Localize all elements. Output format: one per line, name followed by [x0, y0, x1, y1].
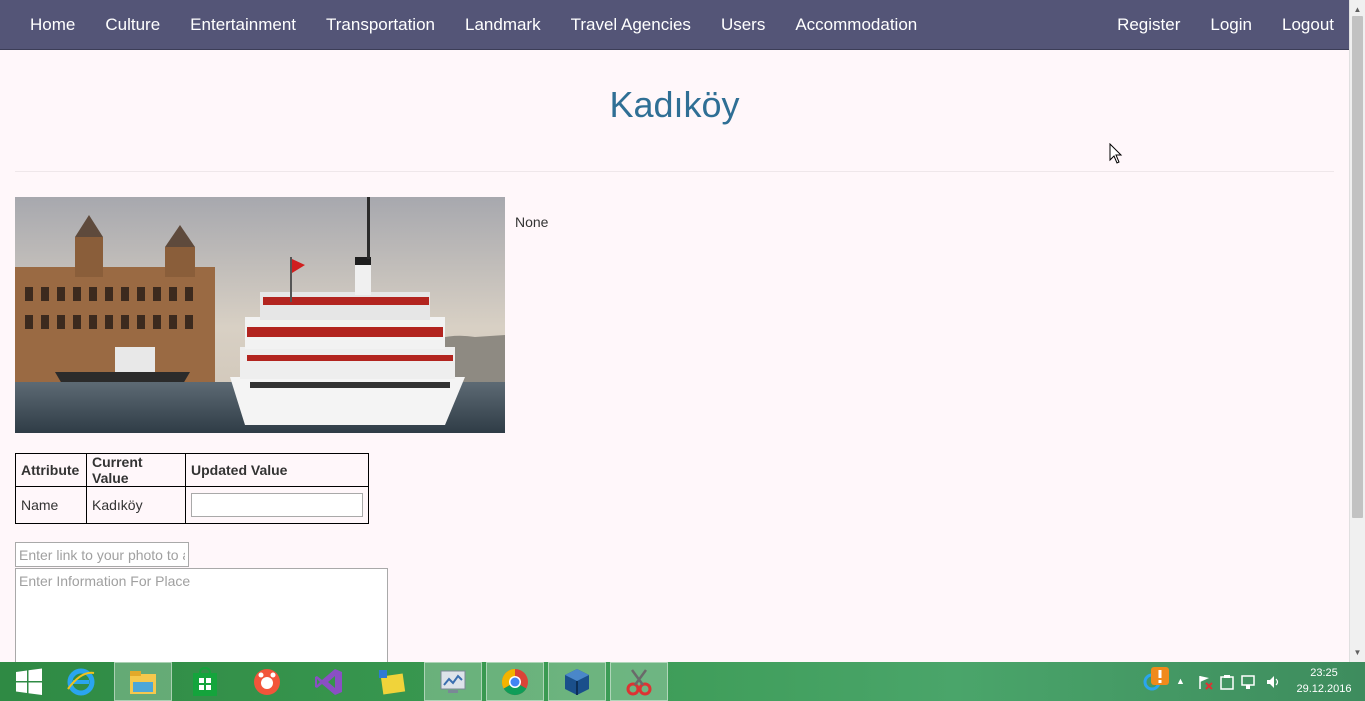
attribute-table: Attribute Current Value Updated Value Na… — [15, 453, 369, 524]
table-header-row: Attribute Current Value Updated Value — [15, 453, 369, 487]
nav-transportation[interactable]: Transportation — [311, 0, 450, 50]
file-explorer-icon[interactable] — [114, 662, 172, 701]
top-navbar: Home Culture Entertainment Transportatio… — [0, 0, 1349, 50]
nav-logout[interactable]: Logout — [1267, 0, 1349, 50]
volume-icon[interactable] — [1265, 674, 1281, 690]
place-photo — [15, 197, 505, 433]
chrome-icon[interactable] — [486, 662, 544, 701]
place-info-text: None — [515, 214, 549, 230]
vertical-scrollbar[interactable]: ▲ ▼ — [1349, 0, 1365, 662]
network-icon[interactable] — [1241, 674, 1257, 690]
scroll-thumb[interactable] — [1352, 16, 1363, 518]
action-center-flag-icon[interactable] — [1197, 674, 1213, 690]
internet-explorer-icon[interactable] — [52, 662, 110, 701]
divider — [15, 171, 1334, 172]
app-monitor-icon[interactable] — [424, 662, 482, 701]
visual-studio-icon[interactable] — [300, 662, 358, 701]
scroll-down-arrow-icon[interactable]: ▼ — [1350, 645, 1365, 660]
scroll-up-arrow-icon[interactable]: ▲ — [1350, 2, 1365, 17]
page-title: Kadıköy — [609, 84, 740, 125]
nav-accommodation[interactable]: Accommodation — [780, 0, 932, 50]
table-row: Name Kadıköy — [15, 486, 369, 524]
cell-attribute: Name — [15, 486, 87, 524]
system-tray: ▲ 23:25 29.12.2016 — [1140, 662, 1365, 701]
mouse-cursor-icon — [1109, 143, 1123, 164]
nav-culture[interactable]: Culture — [90, 0, 175, 50]
header-updated-value: Updated Value — [185, 453, 369, 487]
app-orange-icon[interactable] — [238, 662, 296, 701]
virtualbox-icon[interactable] — [548, 662, 606, 701]
device-icon[interactable] — [1220, 674, 1234, 690]
snipping-tool-icon[interactable] — [610, 662, 668, 701]
nav-login[interactable]: Login — [1195, 0, 1267, 50]
nav-landmark[interactable]: Landmark — [450, 0, 556, 50]
start-icon[interactable] — [0, 662, 58, 701]
clock-date[interactable]: 29.12.2016 — [1293, 683, 1355, 695]
updated-value-input[interactable] — [191, 493, 363, 517]
nav-home[interactable]: Home — [15, 0, 90, 50]
windows-taskbar: ▲ 23:25 29.12.2016 — [0, 662, 1365, 701]
header-current-value: Current Value — [86, 453, 186, 487]
cell-updated-value — [185, 486, 369, 524]
place-information-textarea[interactable] — [15, 568, 388, 668]
tray-expand-arrow-icon[interactable]: ▲ — [1176, 676, 1185, 686]
warning-badge-icon[interactable] — [1151, 667, 1169, 685]
nav-users[interactable]: Users — [706, 0, 780, 50]
nav-left: Home Culture Entertainment Transportatio… — [15, 0, 932, 50]
nav-entertainment[interactable]: Entertainment — [175, 0, 311, 50]
cell-current-value: Kadıköy — [86, 486, 186, 524]
nav-register[interactable]: Register — [1102, 0, 1195, 50]
nav-right: Register Login Logout — [1102, 0, 1349, 50]
header-attribute: Attribute — [15, 453, 87, 487]
store-icon[interactable] — [176, 662, 234, 701]
nav-travel-agencies[interactable]: Travel Agencies — [556, 0, 706, 50]
clock-time[interactable]: 23:25 — [1293, 667, 1355, 679]
app-folder-icon[interactable] — [362, 662, 420, 701]
photo-link-input[interactable] — [15, 542, 189, 567]
